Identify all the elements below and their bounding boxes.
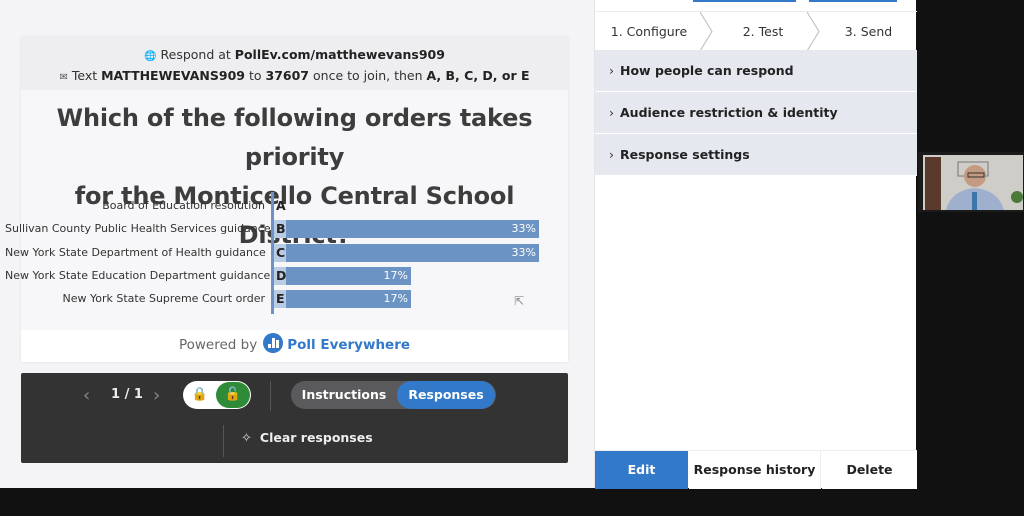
divider bbox=[223, 425, 224, 457]
action-footer: Edit Response history Delete bbox=[595, 450, 917, 489]
mouse-cursor-icon: ⇱ bbox=[514, 294, 525, 308]
step-tabs: 1. Configure 2. Test 3. Send bbox=[595, 11, 917, 51]
clear-responses-button[interactable]: ✧ Clear responses bbox=[241, 430, 373, 446]
presenter-controls: ‹ 1 / 1 › 🔒 🔓 Instructions Responses ✧ Cl… bbox=[21, 373, 568, 463]
page-indicator: 1 / 1 bbox=[111, 387, 143, 402]
edit-button[interactable]: Edit bbox=[595, 451, 688, 489]
category-label: New York State Education Department guid… bbox=[5, 268, 271, 282]
poll-everywhere-app: 🌐 Respond at PollEv.com/matthewevans909 ✉… bbox=[0, 0, 917, 489]
unlock-icon[interactable]: 🔓 bbox=[216, 382, 250, 408]
option-letter: D bbox=[274, 266, 287, 285]
data-label: 17% bbox=[383, 292, 408, 306]
option-letter: B bbox=[274, 220, 286, 239]
poll-url: PollEv.com/matthewevans909 bbox=[234, 47, 445, 62]
data-label: 17% bbox=[383, 268, 408, 282]
results-chart: Board of Education resolution A Sullivan C… bbox=[5, 192, 568, 317]
settings-sidebar: 1. Configure 2. Test 3. Send › How people… bbox=[594, 0, 917, 489]
chart-row: New York State Department of Health guid… bbox=[5, 243, 568, 263]
sms-icon: ✉ bbox=[59, 72, 68, 83]
delete-button[interactable]: Delete bbox=[822, 451, 917, 489]
poll-everywhere-logo-icon bbox=[263, 333, 284, 353]
presentation-pane: 🌐 Respond at PollEv.com/matthewevans909 ✉… bbox=[0, 0, 594, 488]
view-toggle[interactable]: Instructions Responses bbox=[291, 381, 496, 409]
category-label: New York State Supreme Court order bbox=[62, 292, 266, 306]
response-history-button[interactable]: Response history bbox=[689, 451, 821, 489]
tab-send[interactable]: 3. Send bbox=[820, 12, 917, 51]
divider bbox=[270, 381, 271, 411]
tab-responses[interactable]: Responses bbox=[397, 381, 495, 409]
lock-toggle[interactable]: 🔒 🔓 bbox=[183, 381, 251, 409]
previous-icon[interactable]: ‹ bbox=[83, 385, 90, 406]
chevron-right-icon: › bbox=[609, 105, 614, 120]
next-icon[interactable]: › bbox=[153, 385, 160, 406]
chart-row: Sullivan County Public Health Services g… bbox=[5, 219, 568, 239]
option-letter: A bbox=[276, 198, 286, 213]
data-label: 33% bbox=[511, 245, 536, 259]
category-label: Board of Education resolution bbox=[102, 199, 265, 212]
chevron-right-icon: › bbox=[609, 63, 614, 78]
globe-icon: 🌐 bbox=[144, 51, 157, 62]
tab-test[interactable]: 2. Test bbox=[713, 12, 813, 51]
top-button[interactable] bbox=[693, 0, 796, 2]
section-audience-restriction[interactable]: › Audience restriction & identity bbox=[595, 92, 917, 134]
section-how-people-can-respond[interactable]: › How people can respond bbox=[595, 50, 917, 92]
step-separator-icon bbox=[700, 12, 713, 51]
chart-row: Board of Education resolution A bbox=[21, 196, 568, 216]
category-label: New York State Department of Health guid… bbox=[5, 245, 266, 259]
webcam-video-thumbnail bbox=[918, 152, 1024, 212]
chart-row: New York State Supreme Court order 17% E bbox=[21, 289, 568, 309]
section-response-settings[interactable]: › Response settings bbox=[595, 134, 917, 176]
option-letter: C bbox=[274, 243, 286, 262]
tab-configure[interactable]: 1. Configure bbox=[595, 12, 703, 51]
powered-by: Powered by Poll Everywhere bbox=[21, 330, 568, 362]
poll-slide: 🌐 Respond at PollEv.com/matthewevans909 ✉… bbox=[5, 37, 568, 362]
chevron-right-icon: › bbox=[609, 147, 614, 162]
chart-row: New York State Education Department guid… bbox=[5, 266, 568, 286]
option-letter: E bbox=[274, 290, 286, 309]
join-instructions: 🌐 Respond at PollEv.com/matthewevans909 ✉… bbox=[21, 37, 568, 90]
broom-icon: ✧ bbox=[241, 431, 252, 446]
tab-instructions[interactable]: Instructions bbox=[291, 381, 397, 409]
data-label: 33% bbox=[511, 222, 536, 236]
top-button[interactable] bbox=[809, 0, 897, 2]
category-label: Sullivan County Public Health Services g… bbox=[5, 222, 271, 236]
lock-icon[interactable]: 🔒 bbox=[189, 384, 211, 406]
step-separator-icon bbox=[807, 12, 820, 51]
